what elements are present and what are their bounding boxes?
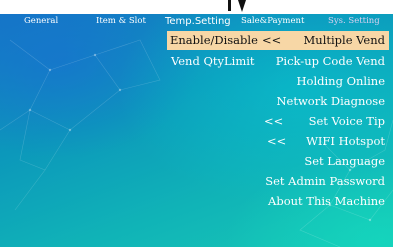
down-arrow-icon: [238, 0, 246, 12]
menu-row-enable-disable[interactable]: Enable/Disable << Multiple Vend: [167, 31, 389, 50]
menu-item-holding-online[interactable]: Holding Online: [297, 72, 386, 91]
selection-marker: <<: [262, 33, 282, 47]
menu-item-pickup-code-vend[interactable]: Pick-up Code Vend: [276, 52, 385, 71]
tab-general[interactable]: General: [24, 14, 58, 29]
menu-item-set-language[interactable]: Set Language: [304, 152, 385, 171]
menu-item-enable-disable[interactable]: Enable/Disable: [170, 31, 258, 50]
menu-item-multiple-vend[interactable]: Multiple Vend: [304, 31, 385, 50]
menu-row-voice-tip: << Set Voice Tip: [167, 112, 389, 131]
tab-item-slot[interactable]: Item & Slot: [96, 14, 146, 29]
menu-row-about: About This Machine: [167, 192, 389, 211]
menu-item-wifi-hotspot[interactable]: WIFI Hotspot: [306, 132, 385, 151]
menu-row-holding-online: Holding Online: [167, 72, 389, 91]
screen: General Item & Slot Temp.Setting Sale&Pa…: [0, 0, 393, 247]
menu-item-set-admin-password[interactable]: Set Admin Password: [265, 172, 385, 191]
menu-row-language: Set Language: [167, 152, 389, 171]
menu-row-admin-password: Set Admin Password: [167, 172, 389, 191]
top-strip: [0, 0, 393, 14]
tab-sys-setting[interactable]: Sys. Setting: [328, 14, 380, 29]
tab-bar: General Item & Slot Temp.Setting Sale&Pa…: [0, 14, 393, 29]
tab-sale-payment[interactable]: Sale&Payment: [241, 14, 304, 29]
selection-marker: <<: [264, 114, 284, 128]
pointer-bar: [228, 0, 231, 11]
selection-marker: <<: [267, 134, 287, 148]
menu-item-vend-qtylimit[interactable]: Vend QtyLimit: [171, 52, 255, 71]
tab-temp-setting[interactable]: Temp.Setting: [165, 14, 231, 29]
menu-item-network-diagnose[interactable]: Network Diagnose: [276, 92, 385, 111]
menu-row-vend-qty: Vend QtyLimit Pick-up Code Vend: [167, 52, 389, 71]
menu-item-about-this-machine[interactable]: About This Machine: [268, 192, 385, 211]
menu-item-set-voice-tip[interactable]: Set Voice Tip: [309, 112, 385, 131]
menu-row-wifi: << WIFI Hotspot: [167, 132, 389, 151]
menu-row-network: Network Diagnose: [167, 92, 389, 111]
